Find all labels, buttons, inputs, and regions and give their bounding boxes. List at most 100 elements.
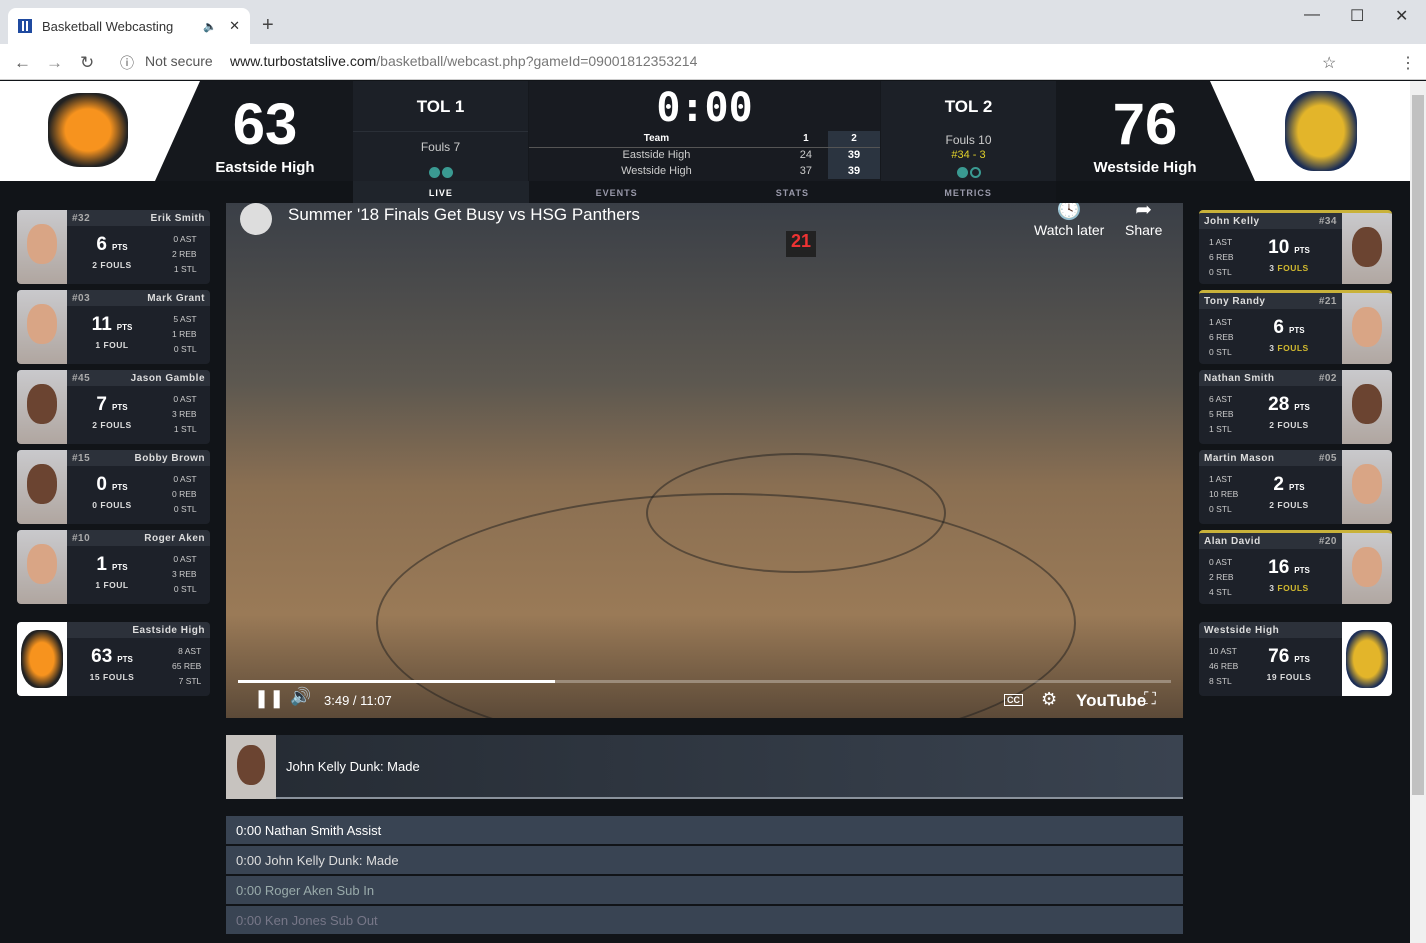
latest-event-text: John Kelly Dunk: Made xyxy=(286,759,420,774)
jersey-number: #02 xyxy=(1318,373,1337,384)
team-total-card[interactable]: Eastside High 63 PTS 15 FOULS 8 AST 65 REB… xyxy=(17,622,210,696)
back-icon[interactable]: ← xyxy=(14,53,31,73)
player-name: Roger Aken xyxy=(144,533,205,544)
speaker-icon[interactable]: 🔈 xyxy=(203,20,217,33)
reload-icon[interactable]: ↻ xyxy=(80,53,94,73)
player-card[interactable]: #10 Roger Aken 1 PTS 1 FOUL 0 AST 3 REB 0 ST… xyxy=(17,530,210,604)
event-log-row[interactable]: 0:00 Nathan Smith Assist xyxy=(226,816,1183,844)
tab-events[interactable]: EVENTS xyxy=(529,181,705,203)
scrollbar[interactable] xyxy=(1410,81,1426,943)
points: 10 PTS xyxy=(1268,237,1310,258)
player-photo xyxy=(1342,213,1392,284)
player-photo xyxy=(1342,450,1392,524)
browser-tab[interactable]: Basketball Webcasting 🔈 ✕ xyxy=(8,8,250,44)
tab-title: Basketball Webcasting xyxy=(42,18,174,34)
jersey-number: #34 xyxy=(1318,216,1337,227)
bookmark-star-icon[interactable]: ☆ xyxy=(1322,53,1336,73)
fouls: 2 FOULS xyxy=(92,420,132,430)
player-name: Jason Gamble xyxy=(130,373,205,384)
scoreboard: 63 Eastside High TOL 1 Fouls 7 0:00 Team… xyxy=(0,81,1410,181)
video-progress-bar[interactable] xyxy=(238,680,1171,683)
menu-icon[interactable]: ⋮ xyxy=(1400,53,1416,73)
video-title[interactable]: Summer '18 Finals Get Busy vs HSG Panthe… xyxy=(288,205,640,225)
player-photo xyxy=(17,290,67,364)
player-card[interactable]: Tony Randy #21 6 PTS 3 FOULS 1 AST 6 REB 0 S… xyxy=(1199,290,1392,364)
player-card[interactable]: Martin Mason #05 2 PTS 2 FOULS 1 AST 10 REB… xyxy=(1199,450,1392,524)
share-button[interactable]: ➦ Share xyxy=(1125,203,1162,238)
player-name: Bobby Brown xyxy=(134,453,205,464)
card-header: Nathan Smith #02 xyxy=(1199,370,1342,386)
player-photo xyxy=(17,210,67,284)
stat-lines: 0 AST 2 REB 4 STL xyxy=(1209,557,1234,597)
settings-gear-icon[interactable]: ⚙ xyxy=(1041,689,1057,710)
player-photo xyxy=(1342,293,1392,364)
home-tol: TOL 1 xyxy=(416,97,465,116)
points: 63 PTS xyxy=(91,646,133,667)
team-logo xyxy=(1342,622,1392,696)
points: 6 PTS xyxy=(96,234,128,255)
tab-live[interactable]: LIVE xyxy=(353,181,529,203)
player-card[interactable]: #32 Erik Smith 6 PTS 2 FOULS 0 AST 2 REB 1 S… xyxy=(17,210,210,284)
new-tab-button[interactable]: + xyxy=(262,14,274,37)
player-name: Nathan Smith xyxy=(1204,373,1275,384)
fouls: 3 FOULS xyxy=(1269,343,1309,353)
player-card[interactable]: Alan David #20 16 PTS 3 FOULS 0 AST 2 REB 4 … xyxy=(1199,530,1392,604)
points: 6 PTS xyxy=(1273,317,1305,338)
clock-panel: 0:00 Team 1 2 Eastside High 24 39 Westside H… xyxy=(529,81,880,181)
player-card[interactable]: #45 Jason Gamble 7 PTS 2 FOULS 0 AST 3 REB 1… xyxy=(17,370,210,444)
card-header: Alan David #20 xyxy=(1199,533,1342,549)
player-card[interactable]: John Kelly #34 10 PTS 3 FOULS 1 AST 6 REB 0 … xyxy=(1199,210,1392,284)
event-log-row[interactable]: 0:00 Roger Aken Sub In xyxy=(226,876,1183,904)
away-bonus: #34 - 3 xyxy=(951,149,986,161)
fouls: 0 FOULS xyxy=(92,500,132,510)
stat-lines: 6 AST 5 REB 1 STL xyxy=(1209,394,1234,434)
tab-stats[interactable]: STATS xyxy=(705,181,881,203)
close-window-button[interactable]: ✕ xyxy=(1395,6,1408,26)
url-field[interactable]: www.turbostatslive.com/basketball/webcas… xyxy=(230,53,697,69)
fouls: 2 FOULS xyxy=(1269,420,1309,430)
event-log-row[interactable]: 0:00 Ken Jones Sub Out xyxy=(226,906,1183,934)
minimize-button[interactable]: — xyxy=(1304,6,1320,24)
player-card[interactable]: #15 Bobby Brown 0 PTS 0 FOULS 0 AST 0 REB 0 … xyxy=(17,450,210,524)
player-card[interactable]: Nathan Smith #02 28 PTS 2 FOULS 6 AST 5 REB… xyxy=(1199,370,1392,444)
forward-icon[interactable]: → xyxy=(46,53,63,73)
jersey-number: #21 xyxy=(1318,296,1337,307)
address-bar: ← → ↻ ⓘ Not secure www.turbostatslive.co… xyxy=(0,44,1426,80)
close-tab-icon[interactable]: ✕ xyxy=(229,18,240,34)
player-name: Mark Grant xyxy=(147,293,205,304)
watch-later-button[interactable]: 🕓 Watch later xyxy=(1034,203,1104,238)
video-player[interactable]: 21 Summer '18 Finals Get Busy vs HSG Pan… xyxy=(226,203,1183,718)
volume-icon[interactable]: 🔊 xyxy=(290,687,311,707)
jersey-number: #20 xyxy=(1318,536,1337,547)
event-log-row[interactable]: 0:00 John Kelly Dunk: Made xyxy=(226,846,1183,874)
info-icon[interactable]: ⓘ xyxy=(120,53,134,73)
player-card[interactable]: #03 Mark Grant 11 PTS 1 FOUL 5 AST 1 REB 0 S… xyxy=(17,290,210,364)
captions-button[interactable]: CC xyxy=(1004,694,1023,706)
maximize-button[interactable]: ☐ xyxy=(1350,6,1364,26)
jersey-number: #32 xyxy=(72,213,91,224)
card-header: #45 Jason Gamble xyxy=(67,370,210,386)
player-photo xyxy=(17,530,67,604)
points: 7 PTS xyxy=(96,394,128,415)
home-score: 63 xyxy=(232,92,298,157)
pause-icon[interactable]: ❚❚ xyxy=(254,688,284,709)
period-scores: Team 1 2 Eastside High 24 39 Westside High 37… xyxy=(529,131,880,179)
fouls: 1 FOUL xyxy=(95,580,129,590)
card-header: #15 Bobby Brown xyxy=(67,450,210,466)
stat-lines: 1 AST 6 REB 0 STL xyxy=(1209,317,1234,357)
player-name: Alan David xyxy=(1204,536,1261,547)
security-label[interactable]: Not secure xyxy=(145,53,213,69)
stat-lines: 5 AST 1 REB 0 STL xyxy=(172,314,197,354)
fullscreen-icon[interactable]: ⛶ xyxy=(1144,689,1156,709)
stat-lines: 1 AST 6 REB 0 STL xyxy=(1209,237,1234,277)
player-name: Martin Mason xyxy=(1204,453,1275,464)
tab-metrics[interactable]: METRICS xyxy=(880,181,1056,203)
player-photo xyxy=(17,370,67,444)
youtube-logo[interactable]: YouTube xyxy=(1076,691,1146,711)
fouls: 19 FOULS xyxy=(1266,672,1312,682)
player-name: Erik Smith xyxy=(150,213,205,224)
favicon-icon xyxy=(18,19,32,33)
jersey-number: #10 xyxy=(72,533,91,544)
channel-logo[interactable] xyxy=(240,203,272,235)
team-total-card[interactable]: Westside High 76 PTS 19 FOULS 10 AST 46 RE… xyxy=(1199,622,1392,696)
